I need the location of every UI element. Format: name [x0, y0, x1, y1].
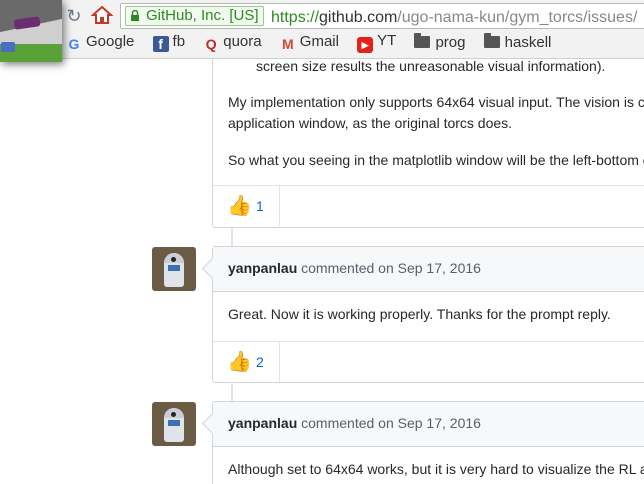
- comment-text-line: application window, as the original torc…: [228, 115, 513, 131]
- lock-icon: [131, 10, 139, 21]
- bookmark-label: quora: [223, 33, 262, 50]
- issue-timeline: screen size results the unreasonable vis…: [0, 59, 644, 484]
- comment-3: yanpanlau commented on Sep 17, 2016 Alth…: [201, 401, 644, 484]
- url-scheme: https://: [271, 9, 320, 26]
- author-link[interactable]: yanpanlau: [228, 415, 297, 431]
- reaction-thumbs-up[interactable]: 👍 2: [213, 342, 280, 382]
- bookmarks-bar: G Google f fb Qquora M Gmail ▶ YT prog haske…: [66, 32, 565, 54]
- comment-2: yanpanlau commented on Sep 17, 2016 Grea…: [201, 246, 644, 383]
- home-icon[interactable]: [90, 5, 114, 25]
- reaction-count: 2: [256, 354, 264, 370]
- youtube-icon: ▶: [357, 37, 374, 53]
- bookmark-fb[interactable]: f fb: [152, 33, 186, 52]
- comment-date[interactable]: commented on Sep 17, 2016: [301, 260, 481, 276]
- bookmark-gmail[interactable]: M Gmail: [280, 33, 339, 52]
- bookmark-label: Google: [86, 33, 135, 50]
- comment-date[interactable]: commented on Sep 17, 2016: [301, 415, 481, 431]
- address-bar[interactable]: GitHub, Inc. [US] https://github.com/ugo…: [120, 3, 644, 29]
- bookmark-label: fb: [172, 33, 186, 50]
- bookmark-yt[interactable]: ▶ YT: [357, 32, 396, 53]
- bookmark-label: prog: [435, 34, 466, 51]
- comment-meta: yanpanlau commented on Sep 17, 2016: [228, 260, 481, 276]
- bookmark-google[interactable]: G Google: [66, 33, 135, 52]
- facebook-icon: f: [152, 36, 169, 52]
- comment-text-line: screen size results the unreasonable vis…: [256, 59, 606, 74]
- folder-icon: [483, 33, 500, 48]
- timeline-line: [231, 382, 233, 401]
- url-text[interactable]: https://github.com/ugo-nama-kun/gym_torc…: [271, 9, 637, 27]
- url-path: /ugo-nama-kun/gym_torcs/issues/: [397, 9, 638, 26]
- bookmark-label: Gmail: [299, 33, 339, 50]
- gmail-icon: M: [281, 36, 294, 52]
- url-host: github.com: [319, 9, 398, 26]
- comment-text-line: My implementation only supports 64x64 vi…: [228, 94, 644, 110]
- quora-icon: Q: [205, 36, 217, 52]
- bookmark-label: YT: [377, 32, 397, 49]
- bookmark-quora[interactable]: Qquora: [203, 33, 262, 52]
- folder-icon: [414, 33, 431, 48]
- timeline-line: [231, 228, 233, 246]
- google-g-icon: G: [68, 36, 80, 52]
- comment-1: screen size results the unreasonable vis…: [212, 59, 644, 228]
- comment-header: yanpanlau commented on Sep 17, 2016: [201, 402, 644, 447]
- author-link[interactable]: yanpanlau: [228, 260, 297, 276]
- bookmark-haskell[interactable]: haskell: [483, 33, 552, 51]
- comment-header: yanpanlau commented on Sep 17, 2016: [201, 247, 644, 292]
- comment-text: Great. Now it is working properly. Thank…: [228, 306, 611, 322]
- comment-meta: yanpanlau commented on Sep 17, 2016: [228, 415, 481, 431]
- avatar[interactable]: [152, 402, 196, 446]
- browser-toolbar: ↻ GitHub, Inc. [US] https://github.com/u…: [0, 0, 644, 59]
- reaction-thumbs-up[interactable]: 👍 1: [213, 186, 280, 226]
- torcs-window-thumbnail[interactable]: [0, 0, 62, 62]
- comment-text: Although set to 64x64 works, but it is v…: [228, 461, 644, 477]
- thumbs-up-icon: 👍: [227, 351, 252, 373]
- comment-text-line: So what you seeing in the matplotlib win…: [228, 152, 644, 168]
- avatar[interactable]: [152, 247, 196, 291]
- reload-icon[interactable]: ↻: [64, 6, 84, 26]
- ev-certificate-badge[interactable]: GitHub, Inc. [US]: [125, 6, 264, 26]
- bookmark-prog[interactable]: prog: [414, 33, 466, 51]
- thumbs-up-icon: 👍: [227, 195, 252, 217]
- race-car: [1, 42, 15, 52]
- ev-label: GitHub, Inc. [US]: [146, 7, 259, 24]
- reaction-count: 1: [256, 198, 264, 214]
- bookmark-label: haskell: [504, 34, 552, 51]
